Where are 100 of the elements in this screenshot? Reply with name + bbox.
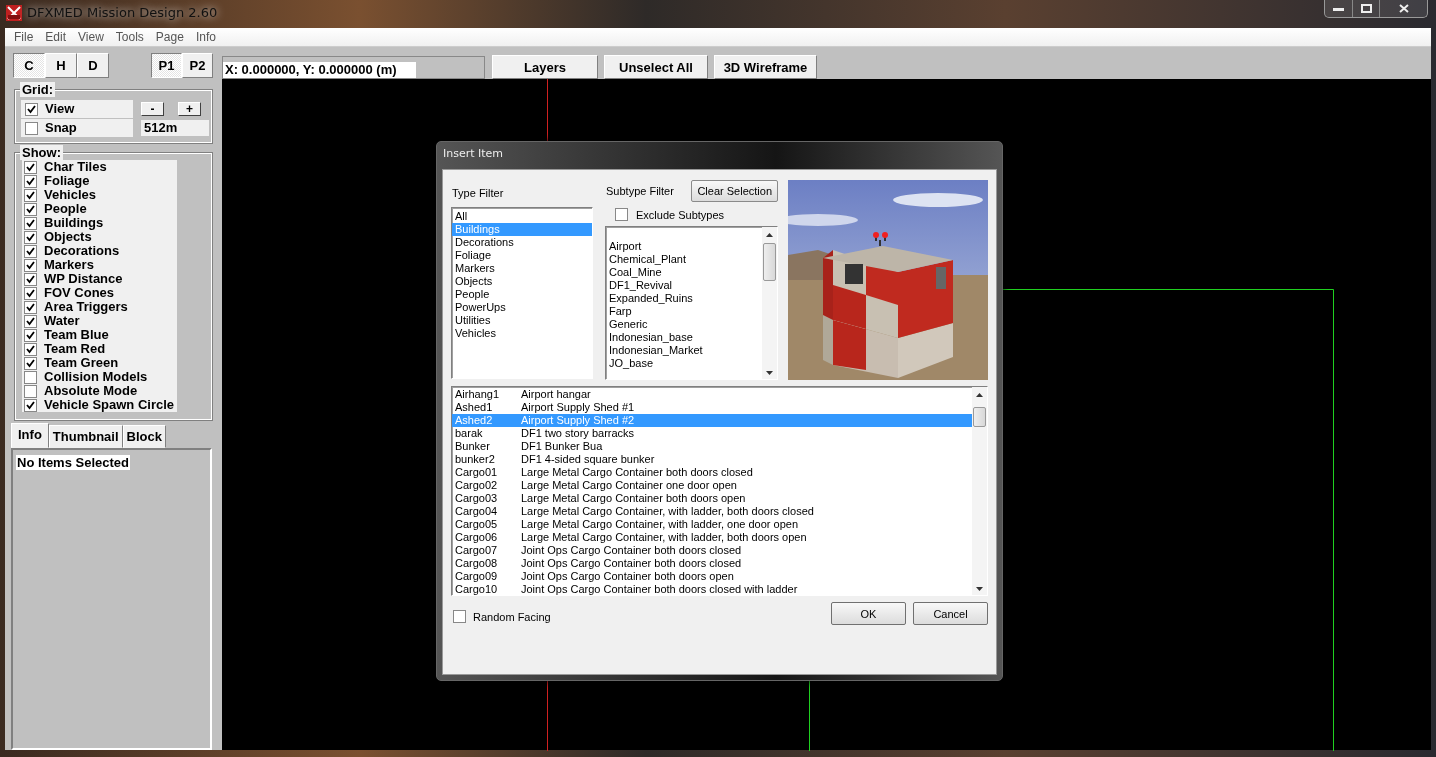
checkbox[interactable] xyxy=(24,314,37,328)
checkbox-label: People xyxy=(44,202,87,216)
menu-item[interactable]: View xyxy=(72,30,110,44)
item-row[interactable]: Cargo06 Large Metal Cargo Container, with ladder, both doors open xyxy=(452,531,972,544)
menu-item[interactable]: Edit xyxy=(39,30,73,44)
checkbox[interactable] xyxy=(24,398,37,412)
checkbox[interactable] xyxy=(24,328,37,342)
toolbar-button[interactable]: Unselect All xyxy=(604,55,708,79)
checkbox-label: Collision Models xyxy=(44,370,148,384)
zoom-out-button[interactable]: - xyxy=(141,102,164,116)
checkbox[interactable] xyxy=(24,244,37,258)
clear-selection-button[interactable]: Clear Selection xyxy=(691,180,778,202)
checkbox[interactable] xyxy=(24,188,37,202)
subtype-list-item[interactable]: Coal_Mine xyxy=(606,266,762,279)
zoom-in-button[interactable]: + xyxy=(178,102,201,116)
minimize-button[interactable] xyxy=(1325,0,1353,17)
subtype-list-item[interactable]: Indonesian_Market xyxy=(606,344,762,357)
subtype-list-item[interactable]: Airport xyxy=(606,240,762,253)
list-caption: Type Filter xyxy=(451,186,505,200)
item-row[interactable]: Cargo02 Large Metal Cargo Container one door open xyxy=(452,479,972,492)
type-list-item[interactable]: Foliage xyxy=(452,249,592,262)
type-list-item[interactable]: Decorations xyxy=(452,236,592,249)
checkbox[interactable] xyxy=(24,258,37,272)
checkbox[interactable] xyxy=(453,610,466,623)
item-row[interactable]: Cargo03 Large Metal Cargo Container both doors open xyxy=(452,492,972,505)
maximize-button[interactable] xyxy=(1353,0,1380,17)
checkbox[interactable] xyxy=(24,286,37,300)
item-row[interactable]: Cargo09 Joint Ops Cargo Container both doors open xyxy=(452,570,972,583)
checkbox[interactable] xyxy=(24,342,37,356)
item-row[interactable]: Airhang1 Airport hangar xyxy=(452,388,972,401)
item-row[interactable]: Cargo10 Joint Ops Cargo Container both doors closed with ladder xyxy=(452,583,972,596)
checkbox[interactable] xyxy=(24,272,37,286)
scrollbar[interactable] xyxy=(972,387,987,595)
subtype-list-item[interactable]: Generic xyxy=(606,318,762,331)
subtype-list-item[interactable]: DF1_Revival xyxy=(606,279,762,292)
toolbar-button[interactable]: Layers xyxy=(492,55,598,79)
info-text: No Items Selected xyxy=(16,455,130,470)
item-row[interactable]: bunker2 DF1 4-sided square bunker xyxy=(452,453,972,466)
type-list-item[interactable]: Vehicles xyxy=(452,327,592,340)
close-button[interactable] xyxy=(1380,0,1427,17)
checkbox[interactable] xyxy=(615,208,628,221)
menu-item[interactable]: File xyxy=(8,30,40,44)
scroll-thumb[interactable] xyxy=(763,243,776,281)
panel-tab[interactable]: Thumbnail xyxy=(48,425,123,448)
checkbox-label: Vehicles xyxy=(44,188,97,202)
type-list-item[interactable]: Utilities xyxy=(452,314,592,327)
checkbox-label: Exclude Subtypes xyxy=(636,208,725,221)
type-list-item[interactable]: Objects xyxy=(452,275,592,288)
item-row[interactable]: Bunker DF1 Bunker Bua xyxy=(452,440,972,453)
checkbox[interactable] xyxy=(24,300,37,314)
page-button[interactable]: P2 xyxy=(182,53,213,78)
subtype-list-item[interactable]: Expanded_Ruins xyxy=(606,292,762,305)
checkbox[interactable] xyxy=(24,160,37,174)
subtype-list-item[interactable]: Farp xyxy=(606,305,762,318)
menu-item[interactable]: Info xyxy=(189,30,222,44)
checkbox[interactable] xyxy=(24,202,37,216)
dialog-title: Insert Item xyxy=(442,146,505,162)
item-row[interactable]: Cargo04 Large Metal Cargo Container, with ladder, both doors closed xyxy=(452,505,972,518)
checkbox[interactable] xyxy=(24,384,37,398)
type-list-item[interactable]: Markers xyxy=(452,262,592,275)
checkbox-label: Team Blue xyxy=(44,328,109,342)
scrollbar[interactable] xyxy=(762,227,777,379)
view-mode-button[interactable]: D xyxy=(77,53,109,78)
app-logo-icon xyxy=(6,5,22,21)
item-row[interactable]: Cargo08 Joint Ops Cargo Container both doors closed xyxy=(452,557,972,570)
checkbox[interactable] xyxy=(24,356,37,370)
panel-tab[interactable]: Block xyxy=(122,425,166,448)
snap-size-field[interactable]: 512m xyxy=(141,120,209,136)
minimize-icon xyxy=(1333,6,1344,11)
menu-item[interactable]: Page xyxy=(149,30,190,44)
panel-tab[interactable]: Info xyxy=(11,423,49,448)
type-list-item[interactable]: All xyxy=(452,210,592,223)
subtype-list-item[interactable]: Chemical_Plant xyxy=(606,253,762,266)
checkbox-label: WP Distance xyxy=(44,272,123,286)
checkbox[interactable] xyxy=(24,230,37,244)
page-button[interactable]: P1 xyxy=(151,53,182,78)
checkbox-label: Water xyxy=(44,314,80,328)
checkbox-label: Vehicle Spawn Circle xyxy=(44,398,175,412)
subtype-list-item[interactable]: Indonesian_base xyxy=(606,331,762,344)
item-row[interactable]: Cargo01 Large Metal Cargo Container both doors closed xyxy=(452,466,972,479)
checkbox[interactable] xyxy=(25,121,38,135)
checkbox[interactable] xyxy=(25,102,38,116)
subtype-list-item[interactable]: JO_base xyxy=(606,357,762,370)
list-caption: Subtype Filter xyxy=(605,184,674,199)
view-mode-button[interactable]: H xyxy=(45,53,77,78)
item-row[interactable]: Cargo07 Joint Ops Cargo Container both doors closed xyxy=(452,544,972,557)
toolbar-button[interactable]: 3D Wireframe xyxy=(714,55,817,79)
dialog-button[interactable]: Cancel xyxy=(913,602,988,625)
checkbox[interactable] xyxy=(24,370,37,384)
menu-item[interactable]: Tools xyxy=(109,30,150,44)
view-mode-button[interactable]: C xyxy=(13,53,45,78)
item-row[interactable]: Ashed1 Airport Supply Shed #1 xyxy=(452,401,972,414)
item-row[interactable]: barak DF1 two story barracks xyxy=(452,427,972,440)
scroll-thumb[interactable] xyxy=(973,407,986,427)
type-list-item[interactable]: People xyxy=(452,288,592,301)
checkbox[interactable] xyxy=(24,174,37,188)
checkbox[interactable] xyxy=(24,216,37,230)
dialog-button[interactable]: OK xyxy=(831,602,906,625)
item-row[interactable]: Cargo05 Large Metal Cargo Container, with ladder, one door open xyxy=(452,518,972,531)
type-list-item[interactable]: PowerUps xyxy=(452,301,592,314)
